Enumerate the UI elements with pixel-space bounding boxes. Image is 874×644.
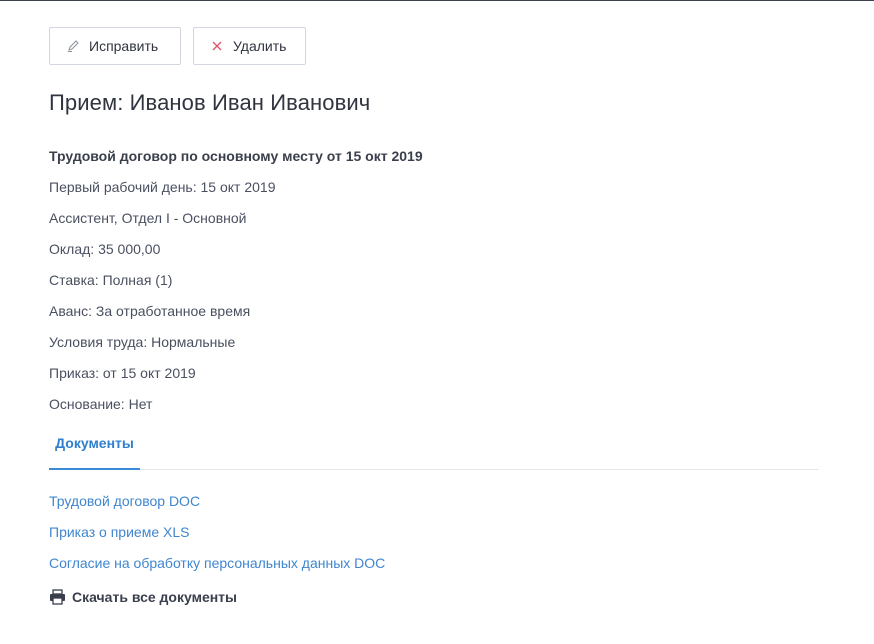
pencil-icon — [66, 39, 80, 53]
first-day-line: Первый рабочий день: 15 окт 2019 — [49, 179, 276, 195]
advance-line: Аванс: За отработанное время — [49, 303, 251, 319]
edit-button[interactable]: Исправить — [49, 27, 181, 65]
document-link[interactable]: Трудовой договор DOC — [49, 486, 385, 517]
action-toolbar: Исправить Удалить — [49, 27, 306, 65]
close-icon — [210, 39, 224, 53]
conditions-line: Условия труда: Нормальные — [49, 334, 236, 350]
delete-button-label: Удалить — [233, 38, 287, 54]
document-link[interactable]: Согласие на обработку персональных данны… — [49, 548, 385, 579]
printer-icon — [49, 589, 66, 605]
edit-button-label: Исправить — [89, 38, 159, 54]
documents-list: Трудовой договор DOC Приказ о приеме XLS… — [49, 486, 385, 579]
document-link[interactable]: Приказ о приеме XLS — [49, 517, 385, 548]
download-all-button[interactable]: Скачать все документы — [49, 589, 237, 605]
basis-line: Основание: Нет — [49, 396, 153, 412]
page-title: Прием: Иванов Иван Иванович — [49, 90, 371, 115]
delete-button[interactable]: Удалить — [193, 27, 306, 65]
tab-documents[interactable]: Документы — [49, 432, 140, 470]
contract-line: Трудовой договор по основному месту от 1… — [49, 148, 423, 164]
salary-line: Оклад: 35 000,00 — [49, 241, 161, 257]
rate-line: Ставка: Полная (1) — [49, 272, 173, 288]
hire-details: Трудовой договор по основному месту от 1… — [49, 141, 423, 420]
download-all-label: Скачать все документы — [72, 589, 237, 605]
order-line: Приказ: от 15 окт 2019 — [49, 365, 196, 381]
tabs-bar: Документы — [49, 432, 819, 470]
position-line: Ассистент, Отдел I - Основной — [49, 210, 247, 226]
top-divider — [0, 0, 874, 1]
